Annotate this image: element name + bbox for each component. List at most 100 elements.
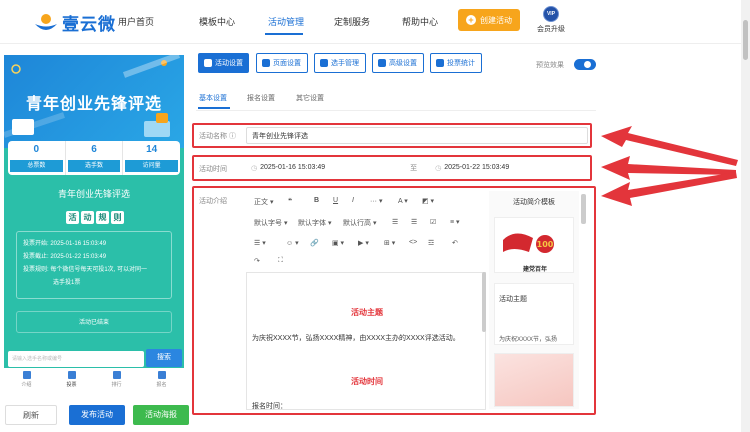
nav-custom-service[interactable]: 定制服务 xyxy=(334,15,370,28)
preview-stats: 0 总票数 6 选手数 14 访问量 xyxy=(8,141,180,175)
quote-icon[interactable]: ❝ xyxy=(288,197,292,205)
page-scrollbar[interactable] xyxy=(741,0,750,432)
refresh-button[interactable]: 刷新 xyxy=(5,405,57,425)
bottom-nav-label: 介绍 xyxy=(21,382,32,388)
preview-search-row: 请输入选手名称或编号 搜索 xyxy=(4,349,184,368)
font-size-dropdown[interactable]: 默认字号 ▾ xyxy=(254,218,287,228)
bottom-nav-intro[interactable]: 介绍 xyxy=(4,368,49,395)
subtab-signup[interactable]: 报名设置 xyxy=(247,93,275,103)
tab-advanced-settings[interactable]: 高级设置 xyxy=(372,53,424,73)
vote-rule-text-cont: 选手投1票 xyxy=(53,280,81,286)
link-icon[interactable]: 🔗 xyxy=(310,239,319,247)
nav-activity-management[interactable]: 活动管理 xyxy=(268,15,304,28)
intro-label: 活动介绍 xyxy=(199,198,227,205)
tab-label: 选手管理 xyxy=(331,60,359,67)
logo-text: 壹云微 xyxy=(62,15,116,34)
background-color-icon[interactable]: ◩ ▾ xyxy=(422,197,434,205)
stat-value: 14 xyxy=(146,144,158,155)
emoji-icon[interactable]: ☺ ▾ xyxy=(286,239,299,247)
bottom-nav-vote[interactable]: 投票 xyxy=(49,368,94,395)
preview-banner-title: 青年创业先锋评选 xyxy=(25,96,162,113)
tab-contestant-management[interactable]: 选手管理 xyxy=(314,53,366,73)
editor-scrollbar[interactable] xyxy=(482,272,486,332)
more-icon[interactable]: ··· ▾ xyxy=(370,197,382,205)
tab-label: 页面设置 xyxy=(273,60,301,67)
undo-icon[interactable]: ↶ xyxy=(452,239,458,247)
activity-status: 活动已结束 xyxy=(16,311,172,333)
editor-content[interactable]: 活动主题 为庆祝XXXX节，弘扬XXXX精神，由XXXX主办的XXXX评选活动。… xyxy=(246,272,486,410)
end-time[interactable]: 2025-01-22 15:03:49 xyxy=(444,164,509,171)
todo-icon[interactable]: ☑ xyxy=(430,218,436,226)
bold-icon[interactable]: B xyxy=(314,197,319,204)
underline-icon[interactable]: U xyxy=(333,197,338,204)
nav-templates[interactable]: 模板中心 xyxy=(199,15,235,28)
start-time[interactable]: 2025-01-16 15:03:49 xyxy=(260,164,410,171)
logo[interactable]: 壹云微 xyxy=(33,10,116,35)
template-card-text: 为庆祝XXXX节，弘扬 xyxy=(499,337,558,343)
tab-label: 高级设置 xyxy=(389,60,417,67)
font-family-dropdown[interactable]: 默认字体 ▾ xyxy=(298,218,331,228)
clock-icon: ◷ xyxy=(435,164,442,172)
publish-button[interactable]: 发布活动 xyxy=(69,405,125,425)
preview-search-button[interactable]: 搜索 xyxy=(146,349,182,367)
nav-help[interactable]: 帮助中心 xyxy=(402,15,438,28)
mobile-preview: 青年创业先锋评选 0 总票数 6 选手数 14 访问量 青年创业先锋评选 活 动 规 … xyxy=(4,55,184,395)
rules-info: 投票开始: 2025-01-16 15:03:49 投票截止: 2025-01-… xyxy=(16,231,172,299)
bullet-list-icon[interactable]: ☰ xyxy=(392,218,398,226)
users-icon xyxy=(320,59,328,67)
bottom-nav-signup[interactable]: 报名 xyxy=(139,368,184,395)
template-party-image: 100 xyxy=(495,218,573,266)
intro-templates-panel: 活动简介模板 100 建党百年 活动主题 为庆祝XXXX节，弘扬 xyxy=(489,191,579,409)
divider-icon[interactable]: ☲ xyxy=(428,239,434,247)
rules-char: 动 xyxy=(81,211,94,224)
page-scroll-thumb[interactable] xyxy=(743,20,748,60)
line-height-dropdown[interactable]: 默认行高 ▾ xyxy=(343,218,376,228)
rules-char: 活 xyxy=(66,211,79,224)
template-card[interactable] xyxy=(494,353,574,407)
font-color-icon[interactable]: A ▾ xyxy=(398,197,408,205)
bar-chart-icon xyxy=(436,59,444,67)
tab-vote-statistics[interactable]: 投票统计 xyxy=(430,53,482,73)
stat-label: 访问量 xyxy=(125,160,179,172)
subtab-basic[interactable]: 基本设置 xyxy=(199,93,227,103)
vote-icon xyxy=(67,371,76,379)
nav-home[interactable]: 用户首页 xyxy=(118,15,154,28)
table-icon[interactable]: ⊞ ▾ xyxy=(384,239,395,247)
preview-search-input[interactable]: 请输入选手名称或编号 xyxy=(8,351,144,367)
fullscreen-icon[interactable]: ⛶ xyxy=(278,257,283,265)
image-icon[interactable]: ▣ ▾ xyxy=(332,239,344,247)
templates-scrollbar[interactable] xyxy=(581,194,586,224)
vote-end-text: 投票截止: 2025-01-22 15:03:49 xyxy=(23,254,107,260)
subtab-other[interactable]: 其它设置 xyxy=(296,93,324,103)
preview-banner: 青年创业先锋评选 xyxy=(4,55,184,148)
template-card[interactable]: 活动主题 为庆祝XXXX节，弘扬 xyxy=(494,283,574,345)
vip-upgrade[interactable]: VIP 会员升级 xyxy=(533,6,569,34)
paragraph-style-dropdown[interactable]: 正文 ▾ xyxy=(254,197,273,207)
editor-paragraph: 报名时间： xyxy=(252,403,287,410)
time-label: 活动时间 xyxy=(199,166,227,173)
code-icon[interactable]: <> xyxy=(409,239,417,246)
bottom-nav-label: 报名 xyxy=(156,382,167,388)
tab-page-settings[interactable]: 页面设置 xyxy=(256,53,308,73)
divider xyxy=(196,110,596,111)
signup-icon xyxy=(157,371,166,379)
name-label: 活动名称 ⓘ xyxy=(199,133,236,140)
numbered-list-icon[interactable]: ☰ xyxy=(411,218,417,226)
tab-activity-settings[interactable]: 活动设置 xyxy=(198,53,249,73)
create-activity-button[interactable]: + 创建活动 xyxy=(458,9,520,31)
bottom-nav-ranking[interactable]: 排行 xyxy=(94,368,139,395)
italic-icon[interactable]: I xyxy=(352,197,354,204)
indent-dropdown[interactable]: ☰ ▾ xyxy=(254,239,266,247)
poster-button[interactable]: 活动海报 xyxy=(133,405,189,425)
redo-icon[interactable]: ↷ xyxy=(254,257,260,265)
video-icon[interactable]: ▶ ▾ xyxy=(358,239,369,247)
editor-heading-theme: 活动主题 xyxy=(351,308,383,317)
align-dropdown[interactable]: ≡ ▾ xyxy=(450,218,460,226)
bottom-nav-label: 投票 xyxy=(66,382,77,388)
activity-name-input[interactable]: 青年创业先锋评选 xyxy=(246,127,588,144)
sliders-icon xyxy=(378,59,386,67)
template-card[interactable]: 100 建党百年 xyxy=(494,217,574,273)
time-range-picker[interactable]: ◷ 2025-01-16 15:03:49 至 ◷ 2025-01-22 15:… xyxy=(246,159,522,176)
preview-bottom-nav: 介绍 投票 排行 报名 xyxy=(4,368,184,395)
stat-label: 总票数 xyxy=(10,160,63,172)
